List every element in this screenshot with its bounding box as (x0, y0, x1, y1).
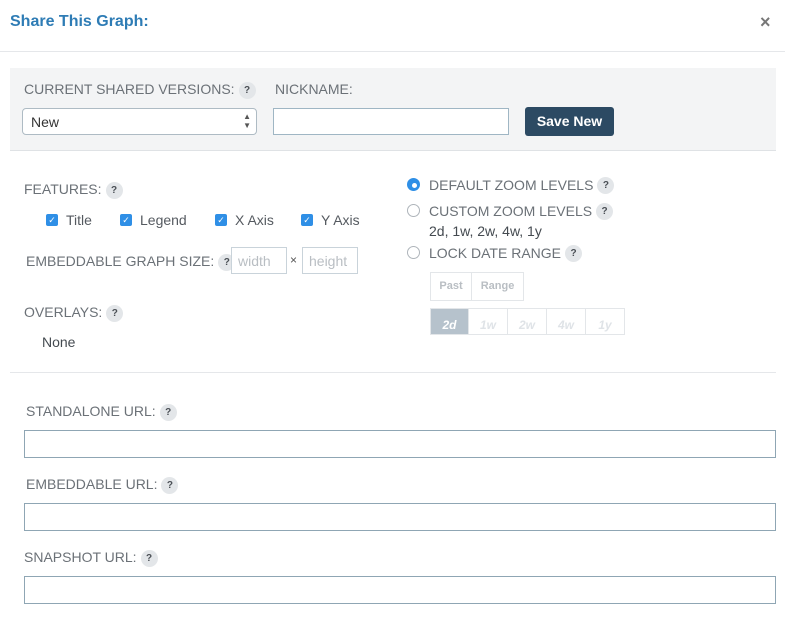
snapshot-url-label: SNAPSHOT URL: (24, 549, 137, 565)
check-icon: ✓ (301, 214, 313, 226)
feature-x-axis-checkbox[interactable]: ✓ X Axis (215, 212, 274, 228)
height-input[interactable]: height (302, 247, 358, 274)
help-icon[interactable]: ? (140, 549, 158, 567)
help-icon[interactable]: ? (161, 476, 179, 494)
section-divider (10, 372, 776, 373)
snapshot-url-field[interactable] (24, 576, 776, 604)
help-icon[interactable]: ? (565, 245, 582, 263)
standalone-url-label-row: STANDALONE URL:? (26, 403, 177, 421)
feature-legend-checkbox[interactable]: ✓ Legend (120, 212, 187, 228)
help-icon[interactable]: ? (597, 177, 615, 195)
custom-zoom-values: 2d, 1w, 2w, 4w, 1y (429, 223, 542, 239)
range-option[interactable]: 1w (468, 308, 508, 335)
feature-label: X Axis (235, 212, 274, 228)
feature-label: Y Axis (321, 212, 360, 228)
embed-size-label: EMBEDDABLE GRAPH SIZE: (26, 253, 215, 269)
feature-y-axis-checkbox[interactable]: ✓ Y Axis (301, 212, 360, 228)
custom-zoom-radio[interactable]: CUSTOM ZOOM LEVELS? 2d, 1w, 2w, 4w, 1y (407, 203, 614, 239)
custom-zoom-label: CUSTOM ZOOM LEVELS (429, 203, 593, 219)
help-icon[interactable]: ? (105, 181, 123, 199)
versions-select-value: New (31, 114, 60, 130)
features-label: FEATURES: (24, 181, 102, 197)
help-icon[interactable]: ? (106, 304, 124, 322)
embeddable-url-label-row: EMBEDDABLE URL:? (26, 476, 179, 494)
range-option[interactable]: 2d (430, 308, 469, 335)
feature-label: Legend (140, 212, 187, 228)
versions-bar: CURRENT SHARED VERSIONS:? NICKNAME: New … (10, 68, 776, 151)
embed-size-label-row: EMBEDDABLE GRAPH SIZE:? (26, 253, 236, 271)
save-new-button[interactable]: Save New (525, 107, 614, 136)
lock-date-range-label: LOCK DATE RANGE (429, 245, 561, 261)
radio-icon (407, 204, 420, 217)
features-label-row: FEATURES:? (24, 181, 123, 199)
select-arrows-icon: ▲ ▼ (243, 112, 251, 130)
size-separator: × (290, 253, 298, 267)
tab-range[interactable]: Range (471, 272, 524, 301)
feature-label: Title (66, 212, 92, 228)
overlays-value: None (42, 334, 76, 350)
nickname-label: NICKNAME: (275, 81, 353, 97)
range-option[interactable]: 4w (546, 308, 586, 335)
lock-date-range-radio[interactable]: LOCK DATE RANGE? (407, 245, 582, 263)
close-icon[interactable]: × (760, 12, 771, 32)
radio-selected-icon (407, 178, 420, 191)
embeddable-url-field[interactable] (24, 503, 776, 531)
standalone-url-field[interactable] (24, 430, 776, 458)
feature-title-checkbox[interactable]: ✓ Title (46, 212, 92, 228)
nickname-input[interactable] (273, 108, 509, 135)
check-icon: ✓ (215, 214, 227, 226)
embeddable-url-label: EMBEDDABLE URL: (26, 476, 158, 492)
dialog-title: Share This Graph: (10, 13, 149, 30)
help-icon[interactable]: ? (596, 203, 614, 221)
check-icon: ✓ (46, 214, 58, 226)
range-option[interactable]: 2w (507, 308, 547, 335)
snapshot-url-label-row: SNAPSHOT URL:? (24, 549, 158, 567)
help-icon[interactable]: ? (159, 403, 177, 421)
help-icon[interactable]: ? (238, 81, 256, 99)
radio-icon (407, 246, 420, 259)
default-zoom-radio[interactable]: DEFAULT ZOOM LEVELS? (407, 177, 615, 195)
width-input[interactable]: width (231, 247, 287, 274)
current-versions-label-row: CURRENT SHARED VERSIONS:? (24, 81, 256, 99)
range-option[interactable]: 1y (585, 308, 625, 335)
tab-past[interactable]: Past (430, 272, 472, 301)
standalone-url-label: STANDALONE URL: (26, 403, 156, 419)
current-versions-label: CURRENT SHARED VERSIONS: (24, 81, 235, 97)
dialog-header: Share This Graph: × (0, 0, 785, 52)
overlays-label-row: OVERLAYS:? (24, 304, 124, 322)
default-zoom-label: DEFAULT ZOOM LEVELS (429, 177, 594, 193)
versions-select[interactable]: New ▲ ▼ (22, 108, 257, 135)
check-icon: ✓ (120, 214, 132, 226)
overlays-label: OVERLAYS: (24, 304, 103, 320)
